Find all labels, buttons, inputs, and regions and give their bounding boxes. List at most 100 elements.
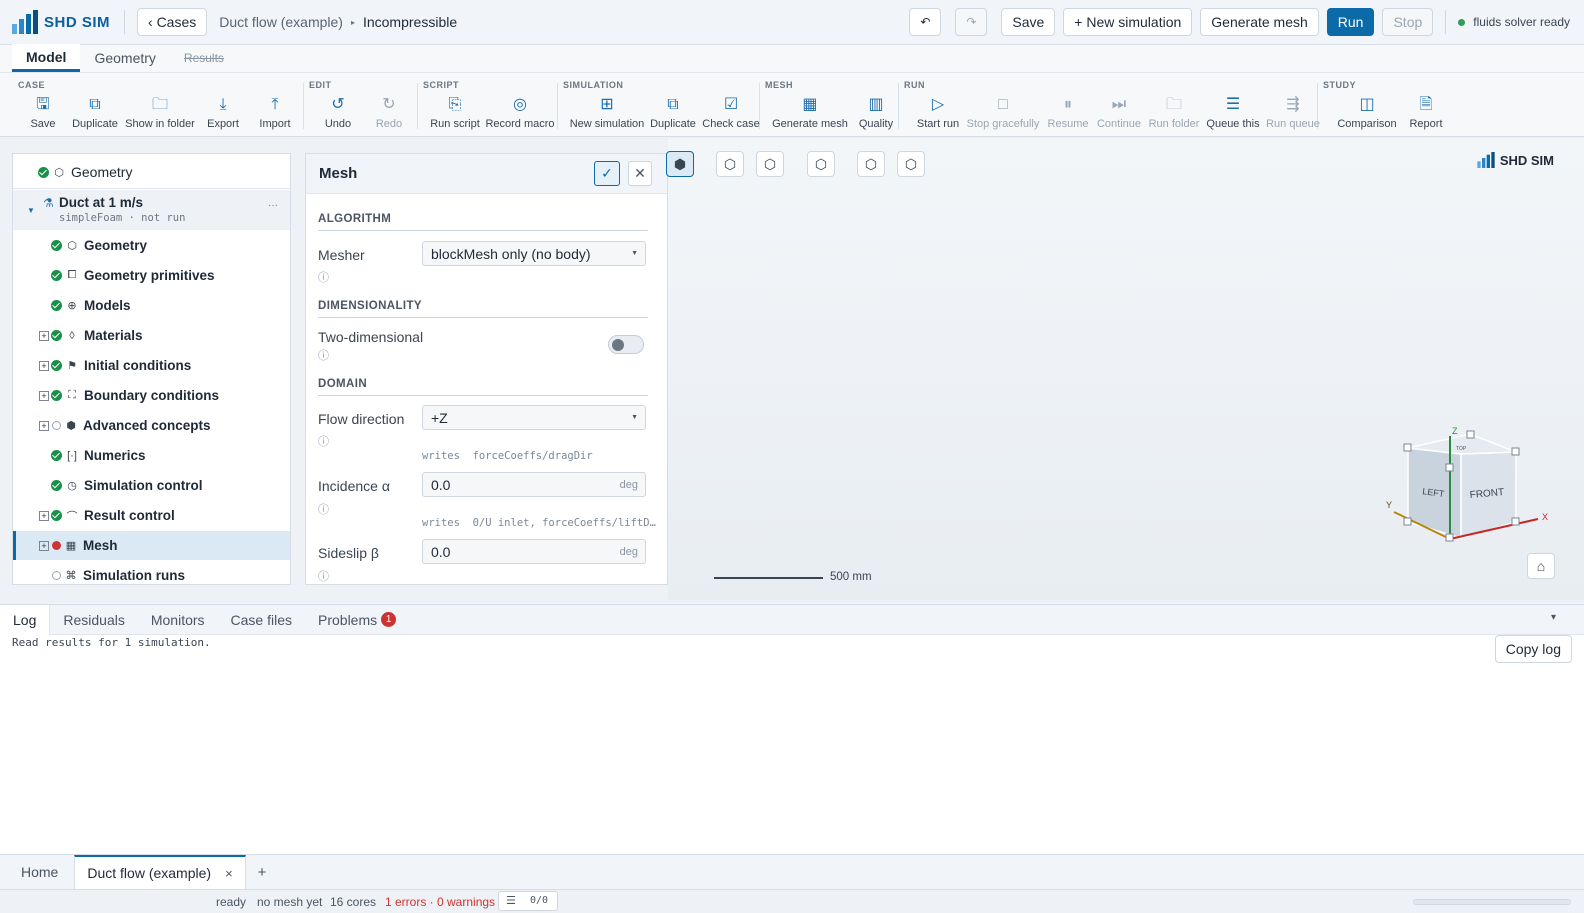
- tree-simulation-node[interactable]: ▼ ⚗ Duct at 1 m/s simpleFoam · not run ·…: [13, 190, 290, 230]
- ribbon-resume-button[interactable]: ⏸ Resume: [1048, 95, 1089, 130]
- view-side-icon[interactable]: ⬡: [857, 151, 885, 177]
- more-menu-icon[interactable]: ···: [268, 200, 278, 211]
- info-icon[interactable]: ⓘ: [318, 568, 329, 584]
- expand-icon[interactable]: +: [39, 390, 49, 401]
- ribbon-report-button[interactable]: 🗎 Report: [1409, 95, 1442, 130]
- info-icon[interactable]: ⓘ: [318, 347, 329, 363]
- ribbon-generate-mesh-button[interactable]: ▦ Generate mesh: [772, 95, 848, 130]
- expand-icon[interactable]: +: [39, 540, 49, 551]
- ribbon-continue-button[interactable]: ⏭ Continue: [1097, 95, 1141, 130]
- doc-tab-duct-flow[interactable]: Duct flow (example) ×: [74, 854, 246, 890]
- tab-geometry[interactable]: Geometry: [80, 44, 169, 72]
- gizmo-corner[interactable]: [1511, 447, 1520, 456]
- tab-model[interactable]: Model: [12, 44, 81, 72]
- doc-tab-home[interactable]: Home: [0, 855, 74, 890]
- gizmo-corner[interactable]: [1466, 430, 1475, 439]
- ribbon-show-in-folder-button[interactable]: 🗀 Show in folder: [125, 95, 195, 130]
- tree-item-result-control[interactable]: + ⌒ Result control: [13, 501, 290, 530]
- ribbon-comparison-button[interactable]: ◫ Comparison: [1337, 95, 1396, 130]
- tab-case-files[interactable]: Case files: [218, 605, 305, 635]
- save-button[interactable]: Save: [1001, 8, 1056, 36]
- status-errors[interactable]: 1 errors · 0 warnings: [385, 895, 495, 909]
- copy-log-button[interactable]: Copy log: [1494, 635, 1572, 663]
- ribbon-duplicate-case-button[interactable]: ⧉ Duplicate: [72, 95, 118, 130]
- sideslip-input[interactable]: 0.0 deg: [422, 539, 646, 564]
- close-icon[interactable]: ✕: [628, 161, 652, 186]
- gizmo-corner[interactable]: [1445, 463, 1454, 472]
- tree-item-initial-conditions[interactable]: + ⚑ Initial conditions: [13, 351, 290, 380]
- status-counter-box[interactable]: ☰ 0/0: [498, 891, 558, 911]
- tree-item-boundary-conditions[interactable]: + ⛶ Boundary conditions: [13, 381, 290, 410]
- ribbon-import-button[interactable]: ⤒ Import: [259, 95, 290, 130]
- view-wireframe-icon[interactable]: ⬡: [716, 151, 744, 177]
- tab-log[interactable]: Log: [0, 604, 51, 635]
- expand-icon[interactable]: +: [39, 360, 49, 371]
- close-tab-icon[interactable]: ×: [225, 866, 233, 881]
- new-simulation-button[interactable]: + New simulation: [1063, 8, 1193, 36]
- tab-results[interactable]: Results: [170, 44, 238, 72]
- mesher-select[interactable]: blockMesh only (no body) ▼: [422, 241, 646, 266]
- home-view-icon[interactable]: ⌂: [1527, 553, 1555, 579]
- orientation-cube-gizmo[interactable]: Z X Y TOP LEFT FRONT: [1386, 426, 1566, 548]
- undo-button[interactable]: ↶: [909, 8, 942, 36]
- ribbon-label: Check case: [702, 118, 760, 130]
- ribbon-check-case-button[interactable]: ☑ Check case: [702, 95, 759, 130]
- collapse-panel-icon[interactable]: ▾: [1551, 612, 1556, 623]
- expand-icon[interactable]: +: [39, 330, 49, 341]
- two-dimensional-toggle[interactable]: [608, 335, 644, 354]
- tree-root-geometry[interactable]: ⬡ Geometry: [13, 156, 290, 189]
- gizmo-corner[interactable]: [1511, 517, 1520, 526]
- ribbon-undo-button[interactable]: ↺ Undo: [325, 95, 351, 130]
- tab-monitors[interactable]: Monitors: [138, 605, 218, 635]
- tab-residuals[interactable]: Residuals: [50, 605, 137, 635]
- tree-item-simulation-runs[interactable]: ⌘ Simulation runs: [13, 561, 290, 584]
- tree-item-geometry[interactable]: ⬡ Geometry: [13, 231, 290, 260]
- incidence-input[interactable]: 0.0 deg: [422, 472, 646, 497]
- tree-item-simulation-control[interactable]: ◷ Simulation control: [13, 471, 290, 500]
- generate-mesh-button[interactable]: Generate mesh: [1200, 8, 1319, 36]
- ribbon-stop-gracefully-button[interactable]: □ Stop gracefully: [967, 95, 1040, 130]
- ribbon-export-button[interactable]: ⤓ Export: [207, 95, 239, 130]
- redo-button[interactable]: ↷: [955, 8, 988, 36]
- tab-problems[interactable]: Problems 1: [305, 605, 409, 635]
- tree-item-materials[interactable]: + ◊ Materials: [13, 321, 290, 350]
- info-icon[interactable]: ⓘ: [318, 501, 329, 517]
- ribbon-run-queue-button[interactable]: ⇶ Run queue: [1266, 95, 1320, 130]
- run-button[interactable]: Run: [1326, 8, 1375, 36]
- ribbon-run-folder-button[interactable]: 🗀 Run folder: [1149, 95, 1200, 130]
- breadcrumb-project[interactable]: Duct flow (example): [219, 14, 343, 30]
- ribbon-start-run-button[interactable]: ▷ Start run: [917, 95, 959, 130]
- expand-icon[interactable]: +: [39, 420, 49, 431]
- ribbon-run-script-button[interactable]: ⎘ Run script: [430, 95, 480, 130]
- ribbon-redo-button[interactable]: ↻ Redo: [376, 95, 402, 130]
- ribbon-queue-this-button[interactable]: ☰ Queue this: [1206, 95, 1259, 130]
- ribbon-duplicate-sim-button[interactable]: ⧉ Duplicate: [650, 95, 696, 130]
- ribbon-new-simulation-button[interactable]: ⊞ New simulation: [570, 95, 645, 130]
- ribbon-quality-button[interactable]: ▥ Quality: [859, 95, 893, 130]
- apply-check-icon[interactable]: ✓: [594, 161, 620, 186]
- flow-direction-select[interactable]: +Z ▼: [422, 405, 646, 430]
- info-icon[interactable]: ⓘ: [318, 433, 329, 449]
- gizmo-corner[interactable]: [1403, 443, 1412, 452]
- gizmo-corner[interactable]: [1403, 517, 1412, 526]
- gizmo-corner[interactable]: [1445, 533, 1454, 542]
- ok-status-icon: [51, 330, 62, 341]
- expand-icon[interactable]: +: [39, 510, 49, 521]
- info-icon[interactable]: ⓘ: [318, 269, 329, 285]
- collapse-icon[interactable]: ▼: [27, 206, 35, 215]
- tree-item-mesh[interactable]: + ▦ Mesh: [13, 531, 290, 560]
- stop-button[interactable]: Stop: [1382, 8, 1434, 36]
- view-front-icon[interactable]: ⬡: [807, 151, 835, 177]
- back-to-cases-button[interactable]: ‹ Cases: [137, 8, 208, 36]
- tree-item-numerics[interactable]: [·] Numerics: [13, 441, 290, 470]
- 3d-viewport[interactable]: ⬢ ⬡ ⬡ ⬡ ⬡ ⬡ SHD SIM 500 mm Z X Y TOP LEF…: [666, 138, 1584, 600]
- view-iso-icon[interactable]: ⬢: [666, 151, 694, 177]
- tree-item-advanced-concepts[interactable]: + ⬢ Advanced concepts: [13, 411, 290, 440]
- tree-item-geometry-primitives[interactable]: ⧠ Geometry primitives: [13, 261, 290, 290]
- ribbon-record-macro-button[interactable]: ◎ Record macro: [485, 95, 554, 130]
- add-tab-icon[interactable]: +: [258, 864, 267, 881]
- ribbon-save-button[interactable]: 🖫 Save: [30, 95, 55, 130]
- view-shaded-icon[interactable]: ⬡: [756, 151, 784, 177]
- view-top-icon[interactable]: ⬡: [897, 151, 925, 177]
- tree-item-models[interactable]: ⊕ Models: [13, 291, 290, 320]
